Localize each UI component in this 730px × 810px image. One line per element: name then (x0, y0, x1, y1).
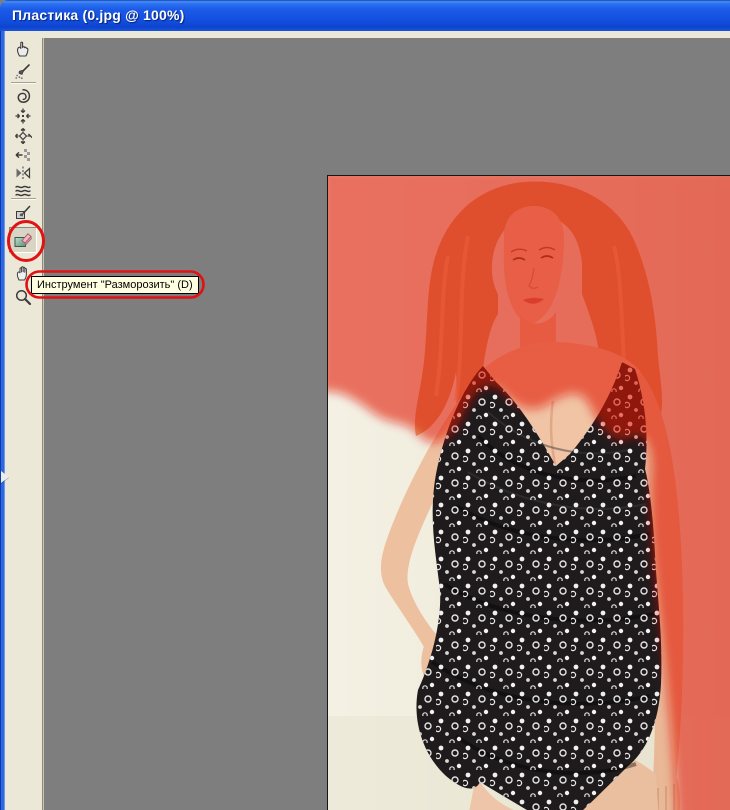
thaw-mask-icon (14, 233, 32, 247)
tool-tooltip: Инструмент "Разморозить" (D) (31, 276, 199, 294)
tool-freeze-mask[interactable] (11, 201, 35, 223)
zoom-icon (15, 289, 32, 306)
toolbar-canvas-divider (42, 38, 44, 810)
forward-warp-icon (17, 41, 29, 57)
reconstruct-icon (15, 64, 30, 80)
canvas-area[interactable] (44, 38, 730, 810)
pucker-icon (15, 108, 31, 124)
liquify-tool-column (5, 38, 42, 810)
tool-forward-warp[interactable] (11, 38, 35, 60)
freeze-mask-icon (16, 205, 31, 219)
bloat-icon (15, 128, 32, 144)
twirl-clockwise-icon (17, 89, 31, 103)
photo-image (328, 176, 730, 810)
tool-pucker[interactable] (11, 105, 35, 127)
tool-thaw-mask[interactable] (9, 227, 37, 253)
tool-twirl-clockwise[interactable] (11, 85, 35, 107)
toolbar-separator (11, 82, 36, 84)
hand-icon (16, 266, 27, 281)
photo-document[interactable] (327, 175, 730, 810)
tool-reconstruct[interactable] (11, 60, 35, 82)
window-title: Пластика (0.jpg @ 100%) (12, 7, 185, 23)
panel-expand-arrow-icon[interactable] (1, 471, 9, 483)
window-titlebar[interactable]: Пластика (0.jpg @ 100%) (0, 0, 730, 31)
toolbar-separator (11, 198, 36, 200)
liquify-dialog-window: Пластика (0.jpg @ 100%) Инструмент "Разм… (0, 0, 730, 810)
